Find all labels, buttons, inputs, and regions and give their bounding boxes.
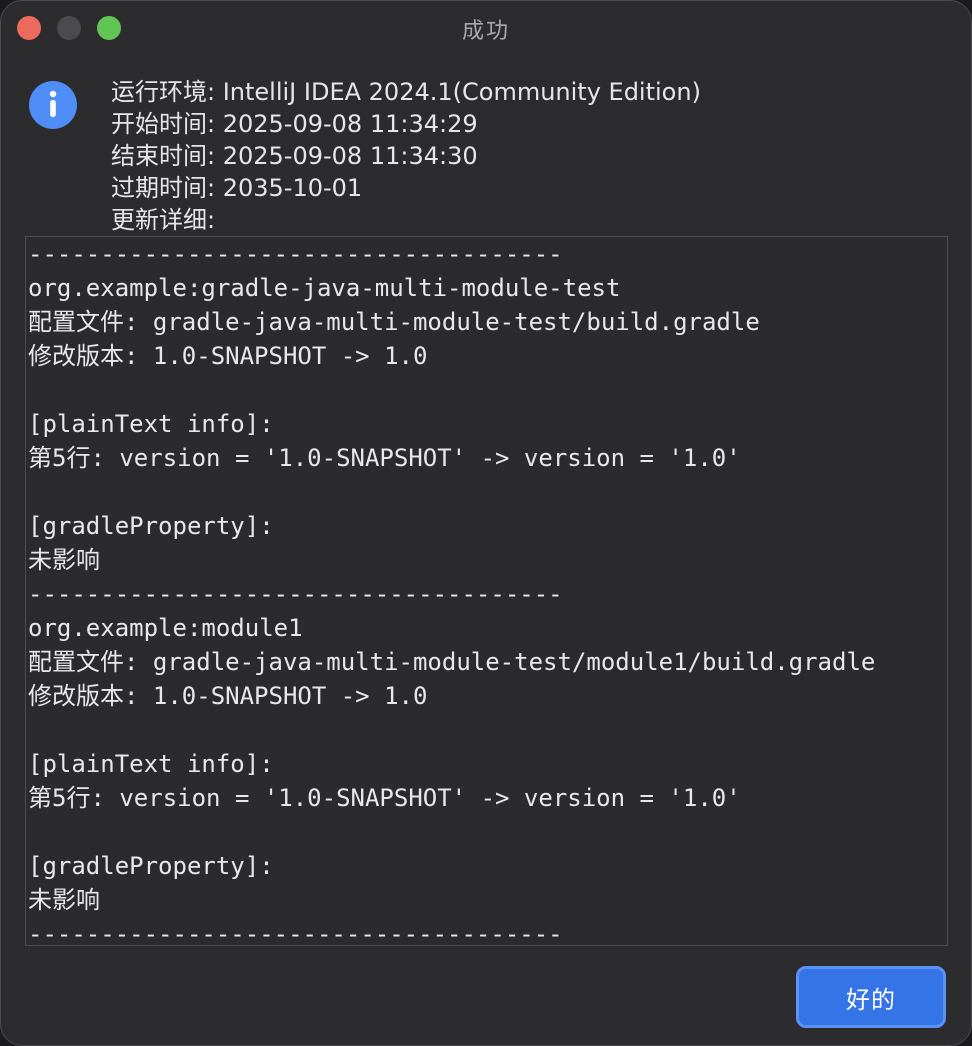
details-line: 未影响	[28, 886, 100, 914]
details-line: 第5行: version = '1.0-SNAPSHOT' -> version…	[28, 444, 741, 472]
update-details-label: 更新详细:	[111, 206, 216, 234]
details-line	[26, 373, 947, 407]
expiry-time-text: 过期时间: 2035-10-01	[111, 174, 363, 202]
details-line: -------------------------------------	[28, 920, 563, 946]
details-line: [gradleProperty]:	[28, 852, 274, 880]
details-line: 配置文件: gradle-java-multi-module-test/buil…	[28, 308, 760, 336]
details-line	[26, 475, 947, 509]
details-line: org.example:module1	[28, 614, 303, 642]
details-line	[26, 815, 947, 849]
window-title: 成功	[461, 19, 510, 44]
run-summary: 运行环境: IntelliJ IDEA 2024.1(Community Edi…	[111, 76, 701, 236]
details-line: 未影响	[28, 546, 100, 574]
details-line: [gradleProperty]:	[28, 512, 274, 540]
details-line: -------------------------------------	[28, 580, 563, 608]
end-time-text: 结束时间: 2025-09-08 11:34:30	[111, 142, 478, 170]
details-line: 修改版本: 1.0-SNAPSHOT -> 1.0	[28, 342, 428, 370]
details-line: [plainText info]:	[28, 410, 274, 438]
success-dialog: 成功 运行环境: IntelliJ IDEA 2024.1(Community …	[0, 0, 972, 1046]
ok-button[interactable]: 好的	[796, 966, 946, 1028]
details-line: org.example:gradle-java-multi-module-tes…	[28, 274, 621, 302]
details-line: [plainText info]:	[28, 750, 274, 778]
details-line: 修改版本: 1.0-SNAPSHOT -> 1.0	[28, 682, 428, 710]
info-icon	[29, 81, 77, 129]
details-line	[26, 713, 947, 747]
info-glyph-icon	[49, 90, 57, 117]
details-line: 第5行: version = '1.0-SNAPSHOT' -> version…	[28, 784, 741, 812]
start-time-text: 开始时间: 2025-09-08 11:34:29	[111, 110, 478, 138]
title-bar: 成功	[1, 1, 971, 57]
details-line: 配置文件: gradle-java-multi-module-test/modu…	[28, 648, 876, 676]
update-details-textarea[interactable]: ------------------------------------- or…	[25, 236, 948, 946]
details-line: -------------------------------------	[28, 240, 563, 268]
runtime-env-text: 运行环境: IntelliJ IDEA 2024.1(Community Edi…	[111, 78, 701, 106]
